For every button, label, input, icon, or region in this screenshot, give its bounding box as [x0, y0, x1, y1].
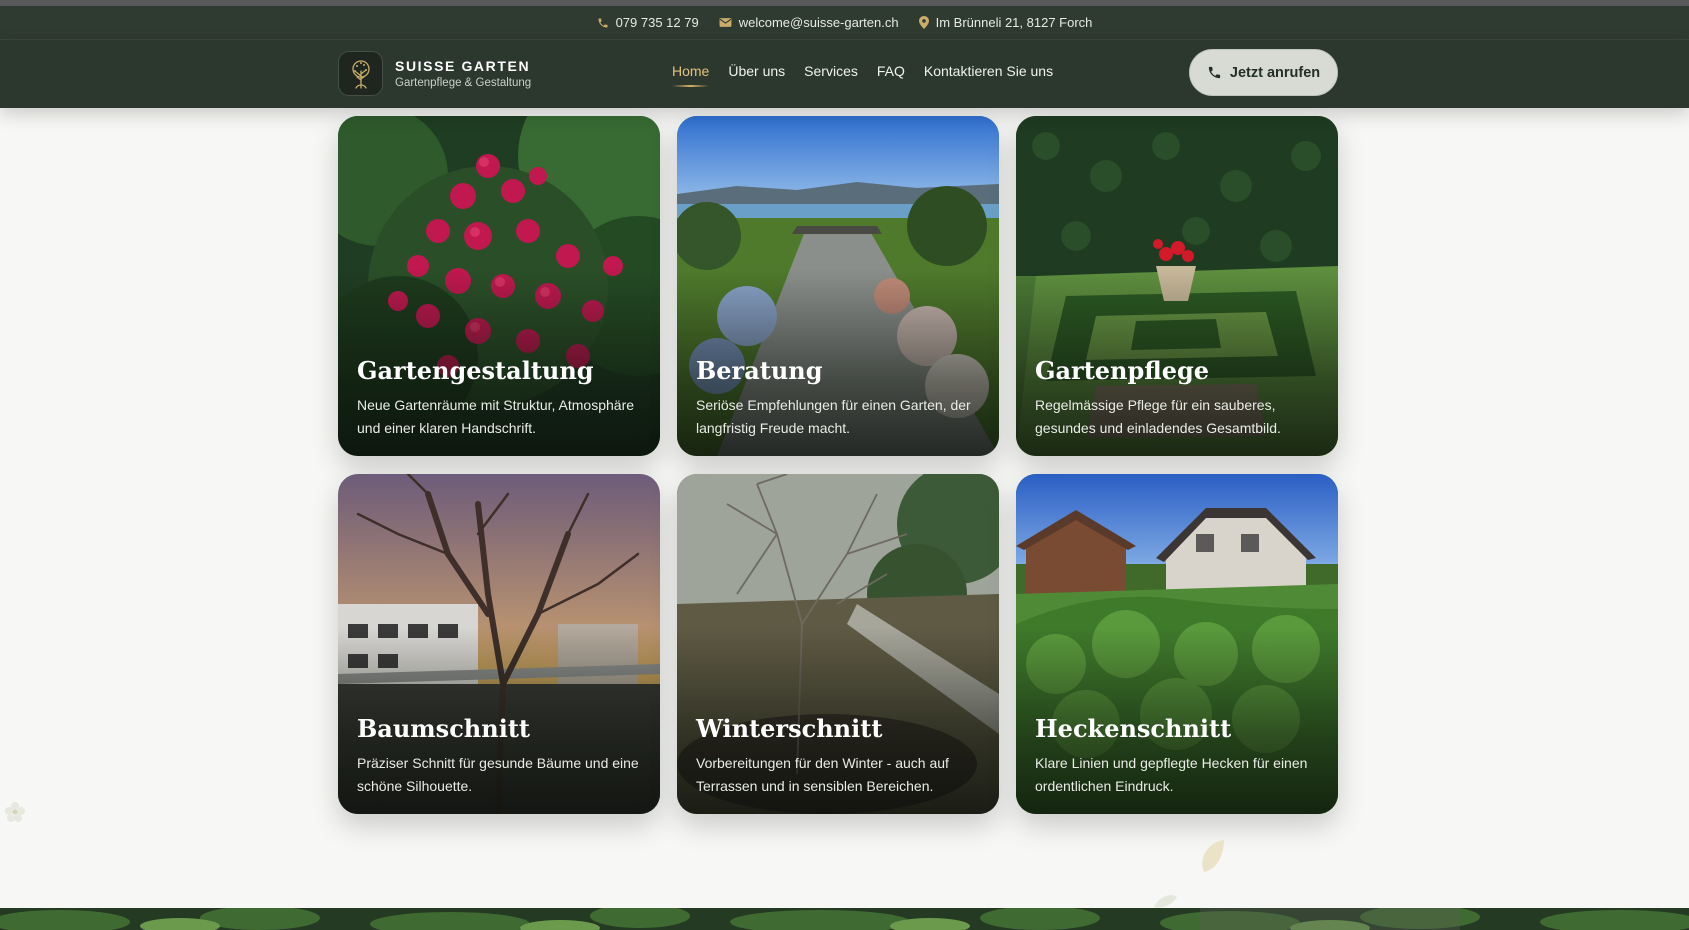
nav-home[interactable]: Home — [672, 63, 710, 87]
topbar-email[interactable]: welcome@suisse-garten.ch — [719, 15, 899, 30]
phone-icon — [1207, 65, 1222, 80]
topbar-address-text: Im Brünneli 21, 8127 Forch — [935, 15, 1093, 30]
card-title: Baumschnitt — [357, 714, 530, 743]
call-now-button[interactable]: Jetzt anrufen — [1189, 49, 1338, 96]
leaf-decoration-icon — [1154, 895, 1177, 908]
call-now-label: Jetzt anrufen — [1229, 64, 1321, 81]
topbar-phone-text: 079 735 12 79 — [615, 15, 699, 30]
topbar-phone[interactable]: 079 735 12 79 — [597, 15, 699, 30]
card-title: Beratung — [696, 356, 823, 385]
card-description: Vorbereitungen für den Winter - auch auf… — [696, 755, 949, 794]
service-card-winterschnitt[interactable]: Winterschnitt Vorbereitungen für den Win… — [677, 474, 999, 814]
card-description: Klare Linien und gepflegte Hecken für ei… — [1035, 755, 1308, 794]
topbar-email-text: welcome@suisse-garten.ch — [738, 15, 899, 30]
card-description: Seriöse Empfehlungen für einen Garten, d… — [696, 397, 971, 436]
flower-decoration-icon — [5, 802, 25, 822]
brand-text: SUISSE GARTEN Gartenpflege & Gestaltung — [395, 58, 531, 89]
nav-ueber-uns[interactable]: Über uns — [728, 63, 785, 87]
card-title: Heckenschnitt — [1035, 714, 1232, 743]
card-description: Neue Gartenräume mit Struktur, Atmosphär… — [357, 397, 635, 436]
nav-faq[interactable]: FAQ — [877, 63, 905, 87]
map-pin-icon — [918, 16, 929, 29]
main-nav: Home Über uns Services FAQ Kontaktieren … — [672, 63, 1053, 87]
contact-topbar: 079 735 12 79 welcome@suisse-garten.ch I… — [0, 6, 1689, 40]
card-title: Gartengestaltung — [357, 356, 594, 385]
tree-icon — [338, 51, 383, 96]
brand-name: SUISSE GARTEN — [395, 58, 531, 74]
footer-foliage-image — [0, 908, 1689, 930]
service-card-baumschnitt[interactable]: Baumschnitt Präziser Schnitt für gesunde… — [338, 474, 660, 814]
topbar-address: Im Brünneli 21, 8127 Forch — [918, 15, 1093, 30]
card-description: Regelmässige Pflege für ein sauberes, ge… — [1035, 397, 1281, 436]
service-card-gartenpflege[interactable]: Gartenpflege Regelmässige Pflege für ein… — [1016, 116, 1338, 456]
services-grid: Gartengestaltung Neue Gartenräume mit St… — [338, 116, 1338, 814]
main-navbar: SUISSE GARTEN Gartenpflege & Gestaltung … — [0, 40, 1689, 108]
phone-icon — [597, 17, 609, 29]
brand[interactable]: SUISSE GARTEN Gartenpflege & Gestaltung — [338, 51, 531, 96]
card-description: Präziser Schnitt für gesunde Bäume und e… — [357, 755, 639, 794]
service-card-beratung[interactable]: Beratung Seriöse Empfehlungen für einen … — [677, 116, 999, 456]
nav-services[interactable]: Services — [804, 63, 858, 87]
mail-icon — [719, 17, 732, 28]
card-title: Gartenpflege — [1035, 356, 1210, 385]
nav-kontakt[interactable]: Kontaktieren Sie uns — [924, 63, 1053, 87]
service-card-heckenschnitt[interactable]: Heckenschnitt Klare Linien und gepflegte… — [1016, 474, 1338, 814]
card-title: Winterschnitt — [696, 714, 883, 743]
leaf-decoration-icon — [1202, 840, 1224, 872]
brand-tagline: Gartenpflege & Gestaltung — [395, 77, 532, 89]
service-card-gartengestaltung[interactable]: Gartengestaltung Neue Gartenräume mit St… — [338, 116, 660, 456]
